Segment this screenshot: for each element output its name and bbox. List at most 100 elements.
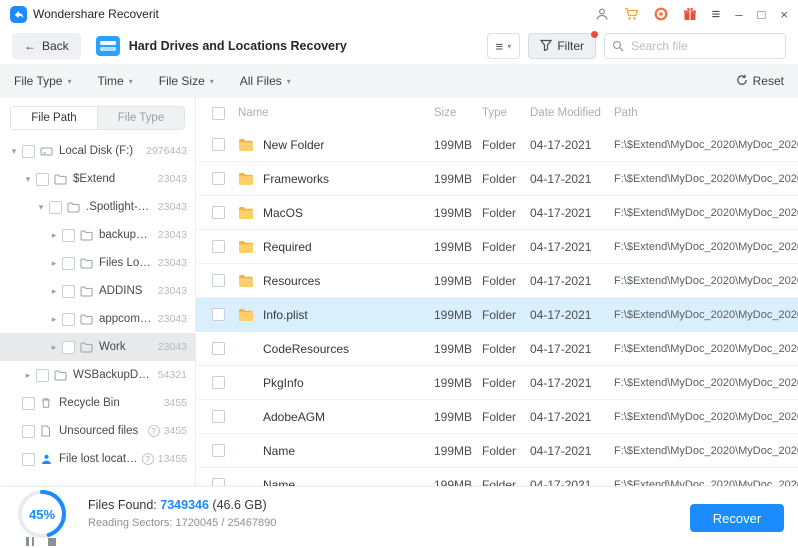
time-dropdown[interactable]: Time ▾ (97, 74, 132, 88)
checkbox[interactable] (62, 340, 75, 354)
tree-item-count: 13455 (157, 453, 187, 465)
select-all-checkbox[interactable] (212, 106, 225, 120)
file-size: 199MB (434, 443, 473, 458)
checkbox[interactable] (212, 206, 225, 219)
checkbox[interactable] (212, 308, 225, 321)
tree-item-appcompat[interactable]: ▸ appcompat 23043 (0, 305, 195, 333)
header-path[interactable]: Path (614, 107, 798, 119)
folder-icon (80, 342, 96, 353)
tree-item-recycle-bin[interactable]: Recycle Bin 3455 (0, 389, 195, 417)
drive-icon (40, 146, 56, 157)
expander-icon[interactable]: ▸ (48, 258, 60, 269)
expander-icon[interactable]: ▸ (22, 370, 34, 381)
table-row[interactable]: MacOS 199MB Folder 04-17-2021 F:\$Extend… (196, 196, 798, 230)
close-button[interactable]: × (780, 8, 788, 21)
filter-button[interactable]: Filter (528, 31, 598, 59)
checkbox[interactable] (62, 228, 75, 242)
table-row[interactable]: PkgInfo 199MB Folder 04-17-2021 F:\$Exte… (196, 366, 798, 400)
header-size[interactable]: Size (434, 107, 482, 119)
file-table: Name Size Type Date Modified Path New Fo… (196, 98, 798, 486)
expander-icon[interactable]: ▸ (48, 286, 60, 297)
view-options-button[interactable]: ≡ ▾ (486, 33, 521, 59)
checkbox[interactable] (212, 410, 225, 423)
expander-icon[interactable]: ▸ (48, 342, 60, 353)
support-icon[interactable] (654, 7, 668, 21)
tree-item-file-lost-location[interactable]: File lost location ? 13455 (0, 445, 195, 473)
checkbox[interactable] (22, 396, 35, 410)
checkbox[interactable] (212, 376, 225, 389)
checkbox[interactable] (212, 240, 225, 253)
checkbox[interactable] (212, 444, 225, 457)
all-files-dropdown[interactable]: All Files ▾ (240, 74, 291, 88)
tree-item-spotlight[interactable]: ▾ .Spotlight-V10000... 23043 (0, 193, 195, 221)
reading-sectors-label: Reading Sectors: (88, 517, 173, 529)
file-name: PkgInfo (263, 375, 304, 390)
table-row[interactable]: Frameworks 199MB Folder 04-17-2021 F:\$E… (196, 162, 798, 196)
checkbox[interactable] (49, 200, 62, 214)
file-size-dropdown[interactable]: File Size ▾ (159, 74, 214, 88)
expander-icon[interactable]: ▾ (22, 174, 34, 185)
checkbox[interactable] (212, 138, 225, 151)
checkbox[interactable] (62, 284, 75, 298)
table-row[interactable]: Required 199MB Folder 04-17-2021 F:\$Ext… (196, 230, 798, 264)
reset-button[interactable]: Reset (736, 74, 784, 89)
table-row[interactable]: AdobeAGM 199MB Folder 04-17-2021 F:\$Ext… (196, 400, 798, 434)
table-row[interactable]: CodeResources 199MB Folder 04-17-2021 F:… (196, 332, 798, 366)
checkbox[interactable] (212, 342, 225, 355)
checkbox[interactable] (36, 172, 49, 186)
file-type-dropdown[interactable]: File Type ▾ (14, 74, 71, 88)
header-type[interactable]: Type (482, 107, 530, 119)
back-button[interactable]: ← Back (12, 33, 81, 59)
pause-button[interactable] (26, 537, 34, 546)
tab-file-path[interactable]: File Path (11, 107, 98, 129)
tree-item-backupdata[interactable]: ▸ backupdata 23043 (0, 221, 195, 249)
checkbox[interactable] (212, 274, 225, 287)
checkbox[interactable] (62, 312, 75, 326)
help-icon[interactable]: ? (147, 425, 160, 437)
table-row[interactable]: New Folder 199MB Folder 04-17-2021 F:\$E… (196, 128, 798, 162)
recover-button[interactable]: Recover (690, 504, 784, 532)
tree-item-work[interactable]: ▸ Work 23043 (0, 333, 195, 361)
help-icon[interactable]: ? (141, 453, 154, 465)
table-row[interactable]: Name 199MB Folder 04-17-2021 F:\$Extend\… (196, 434, 798, 468)
checkbox[interactable] (22, 424, 35, 438)
footer: 45% Files Found: 7349346 (46.6 GB) Readi… (0, 486, 798, 548)
account-icon[interactable] (595, 7, 609, 21)
tree-item-local-disk[interactable]: ▾ Local Disk (F:) 2976443 (0, 137, 195, 165)
file-name: Name (263, 443, 296, 458)
checkbox[interactable] (22, 144, 35, 158)
stop-button[interactable] (48, 537, 56, 546)
file-date: 04-17-2021 (530, 205, 592, 220)
tree-item-wsbackupdata[interactable]: ▸ WSBackupData 54321 (0, 361, 195, 389)
tree-item-addins[interactable]: ▸ ADDINS 23043 (0, 277, 195, 305)
table-row[interactable]: Name 199MB Folder 04-17-2021 F:\$Extend\… (196, 468, 798, 486)
tree-item-label: appcompat (99, 313, 154, 325)
tab-file-type[interactable]: File Type (98, 107, 184, 129)
tree-item-files-lost[interactable]: ▸ Files Lost Origi... 23043 (0, 249, 195, 277)
tree-item-extend[interactable]: ▾ $Extend 23043 (0, 165, 195, 193)
expander-icon[interactable]: ▸ (48, 314, 60, 325)
tree-item-label: $Extend (73, 173, 116, 185)
expander-icon[interactable]: ▾ (35, 202, 47, 213)
file-name: Name (263, 477, 296, 487)
menu-icon[interactable]: ≡ (712, 6, 721, 23)
search-input[interactable] (604, 33, 786, 59)
folder-icon (238, 308, 254, 322)
header-date[interactable]: Date Modified (530, 107, 614, 119)
checkbox[interactable] (212, 478, 225, 486)
header-name[interactable]: Name (238, 107, 434, 119)
expander-icon[interactable]: ▾ (8, 146, 20, 157)
minimize-button[interactable]: – (735, 8, 742, 21)
expander-icon[interactable]: ▸ (48, 230, 60, 241)
file-size: 199MB (434, 375, 473, 390)
tree-item-unsourced-files[interactable]: Unsourced files ? 3455 (0, 417, 195, 445)
cart-icon[interactable] (624, 7, 639, 21)
table-row-selected[interactable]: Info.plist 199MB Folder 04-17-2021 F:\$E… (196, 298, 798, 332)
maximize-button[interactable]: □ (758, 8, 766, 21)
table-row[interactable]: Resources 199MB Folder 04-17-2021 F:\$Ex… (196, 264, 798, 298)
checkbox[interactable] (212, 172, 225, 185)
checkbox[interactable] (36, 368, 49, 382)
checkbox[interactable] (62, 256, 75, 270)
checkbox[interactable] (22, 452, 35, 466)
gift-icon[interactable] (683, 7, 697, 21)
